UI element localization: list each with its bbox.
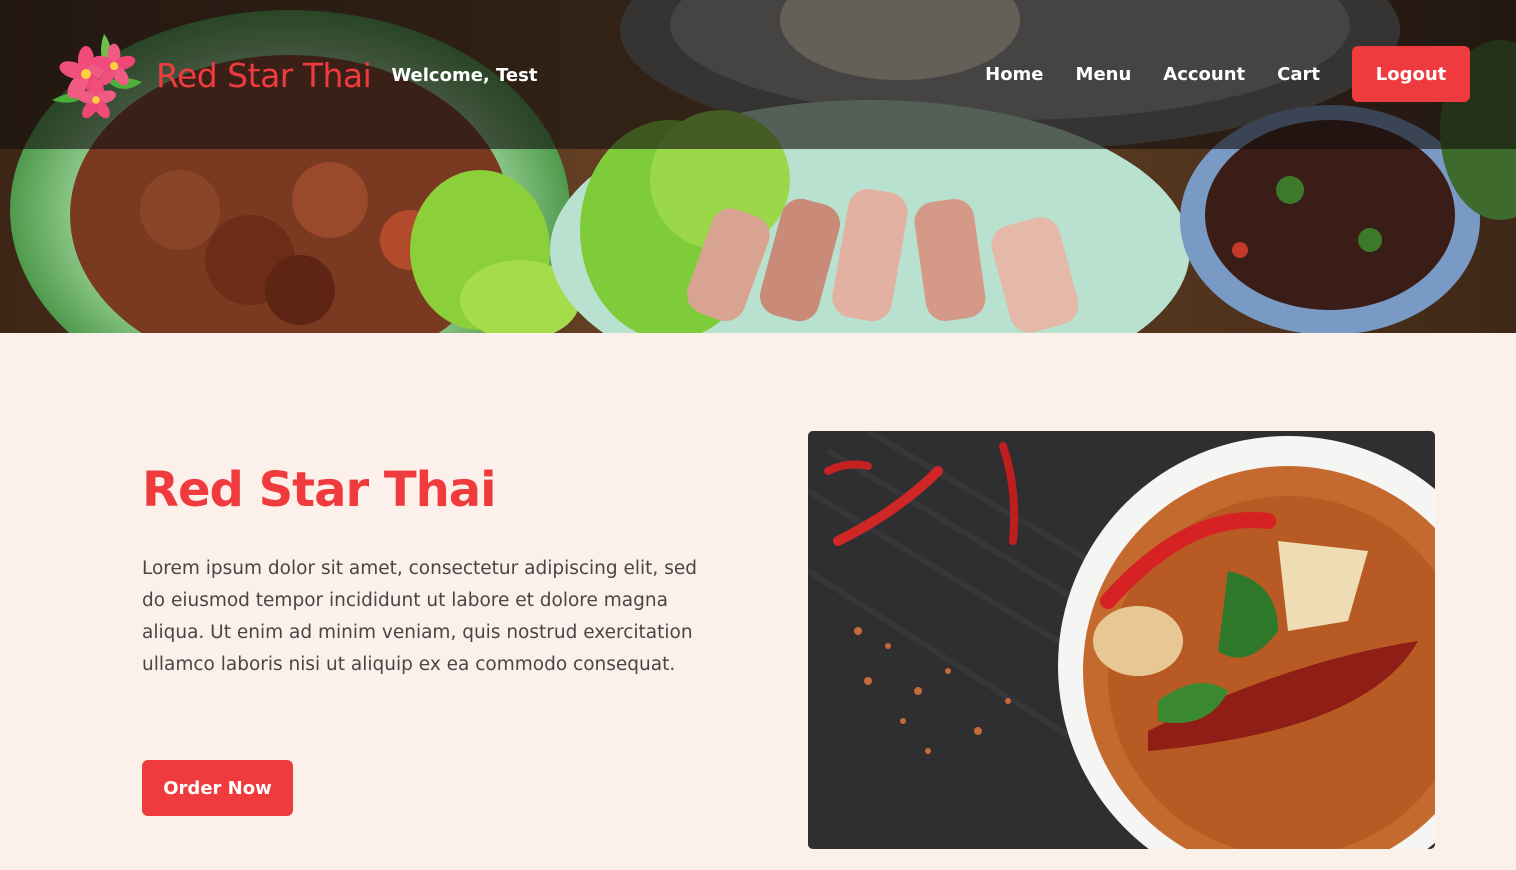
red-curry-image [808,431,1435,849]
brand[interactable]: Red Star Thai Welcome, Test [46,30,537,120]
intro-paragraph: Lorem ipsum dolor sit amet, consectetur … [142,558,697,675]
logout-button[interactable]: Logout [1352,46,1470,102]
nav-cart-link[interactable]: Cart [1277,64,1320,85]
red-curry-photo [808,431,1435,849]
brand-name[interactable]: Red Star Thai [156,56,372,95]
welcome-text: Welcome, Test [391,64,538,86]
nav-home-link[interactable]: Home [985,64,1043,85]
page-title: Red Star Thai [142,462,497,518]
navbar: Red Star Thai Welcome, Test Home Menu Ac… [0,0,1516,149]
nav-menu-link[interactable]: Menu [1076,64,1132,85]
hero-banner: Red Star Thai Welcome, Test Home Menu Ac… [0,0,1516,333]
order-now-button[interactable]: Order Now [142,760,293,816]
plumeria-flower-logo-icon[interactable] [46,30,148,120]
main-nav: Home Menu Account Cart Logout [985,46,1470,102]
nav-account-link[interactable]: Account [1163,64,1245,85]
